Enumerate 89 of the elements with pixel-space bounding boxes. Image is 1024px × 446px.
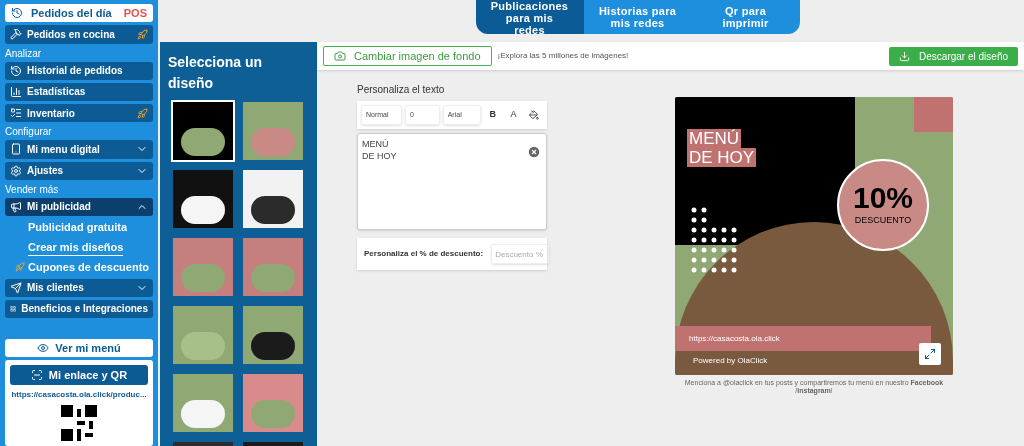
design-thumbnail[interactable] (173, 374, 233, 432)
sidebar-item[interactable]: Historial de pedidos (5, 61, 153, 80)
phone-icon (10, 143, 22, 156)
paint-bucket-icon (529, 110, 540, 120)
dot-pattern (691, 207, 739, 273)
panel-title: Selecciona un diseño (167, 53, 264, 93)
pos-label: POS (123, 5, 147, 21)
eye-icon (37, 342, 50, 354)
design-thumbnail[interactable] (242, 102, 303, 160)
photo-placeholder (250, 264, 295, 292)
sidebar-item-label: Historial de pedidos (27, 64, 124, 79)
photo-placeholder (181, 332, 225, 360)
photo-placeholder (181, 400, 225, 428)
photo-placeholder (250, 196, 295, 224)
qr-scan-icon (30, 369, 43, 381)
rocket-icon (137, 28, 148, 40)
settings-icon (10, 164, 22, 177)
text-color-button[interactable]: A (504, 105, 523, 125)
sidebar-item[interactable]: Beneficios e Integraciones (5, 299, 153, 318)
sidebar-item-label: Pedidos en cocina (27, 27, 116, 42)
hint-text: ¡Explora las 5 millones de imágenes! (497, 50, 630, 62)
send-icon (10, 281, 22, 294)
sidebar-item-label: Inventario (27, 106, 76, 121)
expand-icon (924, 348, 936, 360)
rocket-icon (137, 107, 148, 119)
view-menu-button[interactable]: Ver mi menú (5, 339, 153, 357)
discount-field[interactable]: Descuento % (491, 244, 550, 264)
tab[interactable]: Publicaciones para mis redes (475, 0, 584, 34)
photo-placeholder (181, 128, 225, 156)
photo-placeholder (250, 400, 295, 428)
design-thumbnail[interactable] (173, 170, 233, 228)
design-thumbnail[interactable] (242, 374, 303, 432)
powered-text: Powered by OlaClick (693, 355, 768, 367)
bold-button[interactable]: B (483, 105, 502, 125)
menu-link[interactable]: https://casacosta.ola.click/produc... (11, 389, 147, 401)
sidebar-item[interactable]: Estadísticas (5, 82, 153, 101)
discount-label: Personaliza el % de descuento: (364, 248, 484, 260)
accent-square (914, 97, 953, 132)
sidebar-item[interactable]: Mi menu digital (5, 140, 153, 159)
history-icon (10, 64, 22, 77)
sidebar-subitem-label: Publicidad gratuita (28, 220, 127, 235)
text-area[interactable]: MENÚ DE HOY (357, 133, 547, 230)
clock-icon (11, 7, 23, 20)
headline: DE HOY (687, 148, 757, 167)
sidebar-subitem-label: Crear mis diseños (28, 238, 124, 256)
link-qr-button[interactable]: Mi enlace y QR (10, 365, 148, 385)
download-icon (899, 50, 911, 62)
sidebar-item[interactable]: Pedidos del día POS (5, 4, 153, 23)
list-icon (10, 107, 22, 120)
megaphone-icon (10, 200, 22, 213)
photo-placeholder (181, 196, 225, 224)
section-title: Personaliza el texto (357, 83, 446, 97)
sidebar-item-label: Estadísticas (27, 85, 87, 100)
sidebar-item-label: Mis clientes (27, 281, 85, 296)
sidebar-subitem-label: Cupones de descuento (28, 260, 150, 275)
design-thumbnail[interactable] (173, 306, 233, 364)
headline: MENÚ (687, 129, 742, 148)
design-thumbnail[interactable] (173, 238, 233, 296)
photo-placeholder (250, 332, 295, 360)
photo-placeholder (250, 128, 295, 156)
clear-icon[interactable] (527, 145, 541, 159)
section-header: Vender más (5, 182, 60, 197)
sidebar-item[interactable]: Mis clientes (5, 278, 153, 297)
hammer-icon (10, 28, 22, 41)
photo-placeholder (181, 264, 225, 292)
design-thumbnail[interactable] (242, 306, 303, 364)
sidebar-item[interactable]: Mi publicidad (5, 197, 153, 216)
sidebar-item-label: Beneficios e Integraciones (21, 302, 148, 317)
section-header: Configurar (5, 125, 53, 140)
sidebar-item-label: Ajustes (27, 164, 65, 179)
sidebar-item-label: Pedidos del día (31, 5, 113, 21)
sidebar-item-label: Mi menu digital (27, 142, 101, 157)
rocket-icon (15, 262, 25, 273)
camera-icon (334, 50, 346, 62)
design-thumbnail[interactable] (242, 238, 303, 296)
discount-caption: DESCUENTO (854, 214, 912, 228)
sidebar-item-label: Mi publicidad (27, 200, 92, 215)
change-background-button[interactable]: Cambiar imagen de fondo (323, 46, 492, 66)
bar-chart-icon (10, 85, 22, 98)
sidebar-item[interactable]: Pedidos en cocina (5, 25, 153, 44)
url-text: https://casacosta.ola.click (689, 332, 780, 345)
discount-value: 10% (852, 182, 913, 215)
qr-code-icon (61, 405, 97, 441)
design-thumbnail[interactable] (173, 102, 233, 160)
design-thumbnail[interactable] (242, 170, 303, 228)
sidebar-item[interactable]: Ajustes (5, 161, 153, 180)
expand-button[interactable] (919, 343, 941, 365)
section-header: Analizar (5, 46, 43, 61)
sidebar-item[interactable]: Inventario (5, 104, 153, 123)
